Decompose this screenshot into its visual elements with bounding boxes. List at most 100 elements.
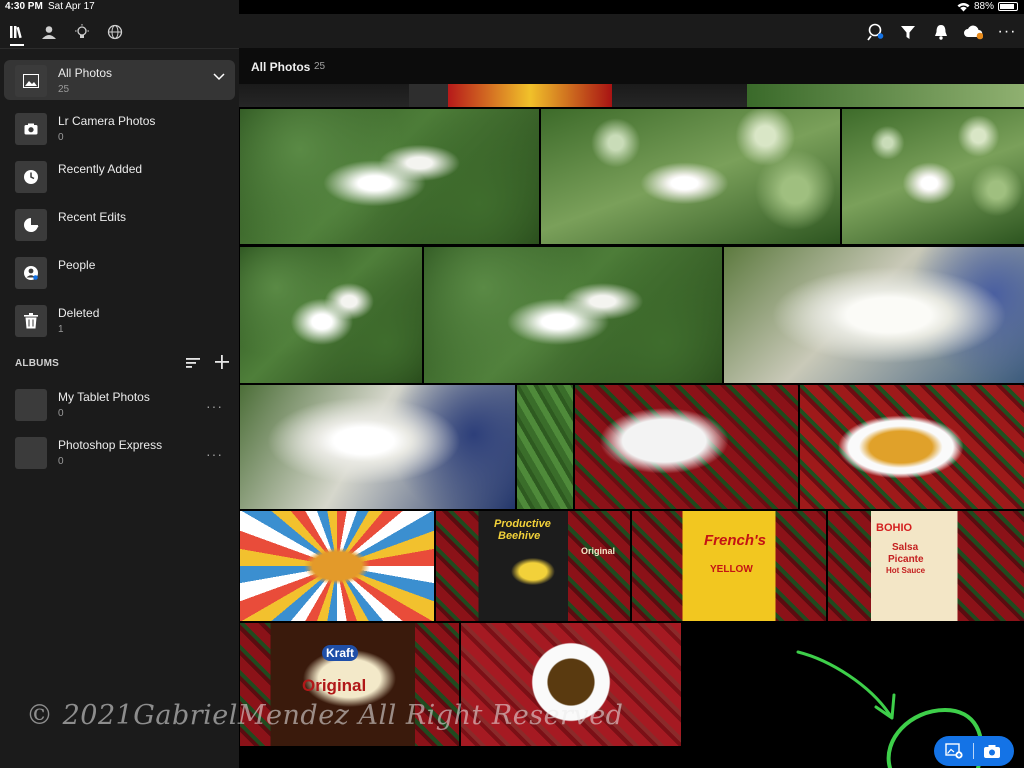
photo-thumbnail[interactable] — [517, 385, 573, 509]
album-count: 0 — [58, 408, 64, 419]
tab-discover[interactable] — [102, 20, 128, 44]
bottle-label-picante: Picante — [888, 554, 924, 565]
sidebar-item-people[interactable]: People — [4, 252, 235, 292]
clock-icon — [24, 170, 38, 184]
lr-camera-thumb — [15, 113, 47, 145]
recent-edits-icon — [24, 218, 39, 232]
status-right: 88% — [957, 1, 1018, 12]
status-bar: 4:30 PM Sat Apr 17 88% — [0, 0, 1024, 14]
tab-library[interactable] — [4, 20, 30, 46]
photo-thumbnail[interactable]: Productive Beehive Original — [436, 511, 630, 621]
sidebar-item-recently-added[interactable]: Recently Added — [4, 156, 235, 196]
photo-thumbnail[interactable] — [448, 84, 612, 107]
recent-edits-thumb — [15, 209, 47, 241]
sidebar-divider — [0, 48, 239, 49]
battery-percent: 88% — [973, 1, 994, 12]
status-time: 4:30 PM — [5, 1, 43, 12]
photo-thumbnail[interactable] — [541, 109, 840, 244]
sidebar-item-count: 1 — [58, 324, 64, 335]
top-toolbar: ··· — [239, 14, 1024, 48]
photo-thumbnail[interactable]: French's YELLOW — [632, 511, 826, 621]
sidebar-item-deleted[interactable]: Deleted 1 — [4, 300, 235, 340]
add-photos-button[interactable] — [943, 741, 965, 761]
more-button[interactable]: ··· — [997, 22, 1017, 42]
photo-thumbnail[interactable] — [239, 84, 409, 107]
photo-thumbnail[interactable]: BOHIO Salsa Picante Hot Sauce — [828, 511, 1024, 621]
search-people-button[interactable] — [866, 22, 886, 42]
copyright-watermark: © 2021GabrielMendez All Right Reserved — [26, 700, 624, 731]
photo-icon — [23, 74, 39, 88]
trash-icon — [24, 313, 38, 329]
tab-learn[interactable] — [69, 20, 95, 44]
album-item-my-tablet-photos[interactable]: My Tablet Photos 0 ··· — [4, 384, 235, 424]
search-people-icon — [867, 23, 884, 41]
cloud-sync-icon — [964, 25, 983, 40]
sidebar: All Photos 25 Lr Camera Photos 0 Recentl… — [0, 0, 239, 768]
bottle-label-beehive: Beehive — [498, 530, 541, 542]
fab-divider — [973, 743, 974, 759]
photo-thumbnail[interactable] — [240, 109, 539, 244]
sidebar-item-count: 25 — [58, 84, 70, 95]
sidebar-item-lr-camera[interactable]: Lr Camera Photos 0 — [4, 108, 235, 148]
photo-thumbnail[interactable] — [747, 84, 1024, 107]
photo-thumbnail[interactable] — [424, 247, 722, 383]
sidebar-item-label: Deleted — [58, 306, 100, 320]
discover-icon — [107, 24, 123, 40]
people-search-icon — [24, 266, 38, 280]
people-icon — [42, 26, 56, 39]
photo-thumbnail[interactable] — [240, 247, 422, 383]
photo-thumbnail[interactable] — [240, 511, 434, 621]
photo-grid: Productive Beehive Original French's YEL… — [239, 84, 1024, 768]
add-album-icon[interactable] — [214, 354, 230, 370]
sidebar-item-label: Recent Edits — [58, 210, 127, 224]
battery-icon — [998, 2, 1018, 11]
grid-count: 25 — [314, 61, 326, 72]
bell-icon — [935, 25, 947, 40]
sidebar-item-label: People — [58, 258, 96, 272]
recently-added-thumb — [15, 161, 47, 193]
people-thumb — [15, 257, 47, 289]
import-capture-fab — [934, 736, 1014, 766]
photo-thumbnail[interactable] — [612, 84, 747, 107]
bottle-label-productive: Productive — [494, 518, 551, 530]
library-icon — [10, 26, 22, 39]
learn-icon — [75, 24, 89, 38]
sort-icon[interactable] — [186, 356, 202, 370]
battery-fill — [1000, 4, 1015, 9]
add-photo-icon — [945, 743, 963, 759]
album-thumb — [15, 389, 47, 421]
album-label: My Tablet Photos — [58, 390, 150, 404]
sidebar-item-label: Lr Camera Photos — [58, 114, 156, 128]
photo-thumbnail[interactable] — [409, 84, 448, 107]
bottle-label-kraft: Kraft — [322, 645, 359, 661]
photo-thumbnail[interactable] — [575, 385, 798, 509]
album-label: Photoshop Express — [58, 438, 163, 452]
chevron-down-icon[interactable] — [213, 72, 225, 82]
notifications-button[interactable] — [931, 22, 951, 42]
deleted-thumb — [15, 305, 47, 337]
tab-people[interactable] — [36, 20, 62, 44]
album-item-photoshop-express[interactable]: Photoshop Express 0 ··· — [4, 432, 235, 472]
sidebar-item-all-photos[interactable]: All Photos 25 — [4, 60, 235, 100]
photo-thumbnail[interactable] — [800, 385, 1024, 509]
bottle-label-bohio: BOHIO — [876, 522, 913, 534]
photo-thumbnail[interactable] — [842, 109, 1024, 244]
sidebar-item-recent-edits[interactable]: Recent Edits — [4, 204, 235, 244]
photo-thumbnail[interactable] — [724, 247, 1024, 383]
album-more-button[interactable]: ··· — [206, 398, 223, 414]
camera-button[interactable] — [981, 741, 1003, 761]
bottle-label-salsa: Salsa — [892, 542, 919, 553]
album-more-button[interactable]: ··· — [206, 446, 223, 462]
album-count: 0 — [58, 456, 64, 467]
sidebar-tabs — [0, 20, 239, 46]
filter-button[interactable] — [898, 22, 918, 42]
wifi-icon — [957, 2, 970, 11]
camera-icon — [24, 123, 38, 135]
cloud-sync-button[interactable] — [963, 22, 983, 42]
sidebar-item-label: All Photos — [58, 66, 113, 80]
photo-thumbnail[interactable] — [240, 385, 515, 509]
sidebar-item-label: Recently Added — [58, 162, 143, 176]
bottle-label-frenchs: French's — [704, 532, 766, 549]
bottle-label-yellow: YELLOW — [710, 564, 753, 575]
album-thumb — [15, 437, 47, 469]
